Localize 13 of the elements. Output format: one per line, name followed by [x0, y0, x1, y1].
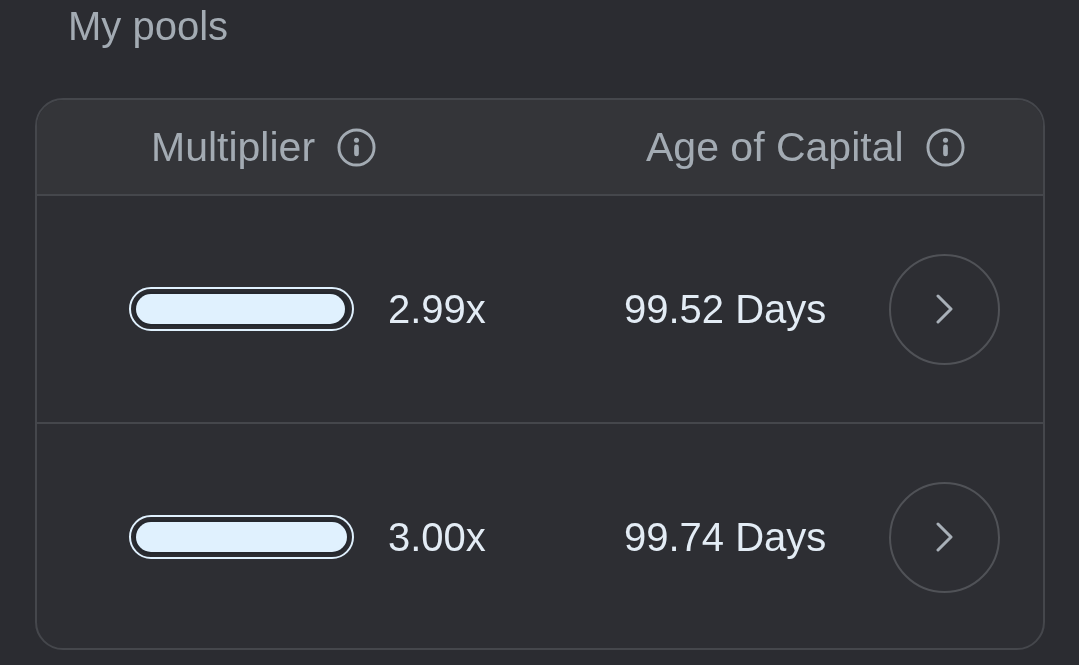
info-icon [925, 127, 965, 167]
age-value: 99.74 Days [624, 514, 827, 560]
multiplier-value: 3.00x [388, 514, 486, 560]
chevron-icon [936, 294, 953, 324]
chevron-button[interactable] [889, 481, 1000, 593]
chevron-button[interactable] [889, 253, 1000, 365]
info-icon [337, 127, 377, 167]
age-value: 99.52 Days [624, 286, 827, 332]
multiplier-value: 2.99x [388, 286, 486, 332]
column-header: Multiplier [151, 123, 316, 171]
section-title: My pools [68, 3, 229, 49]
column-header: Age of Capital [646, 123, 904, 171]
chevron-icon [936, 522, 953, 552]
